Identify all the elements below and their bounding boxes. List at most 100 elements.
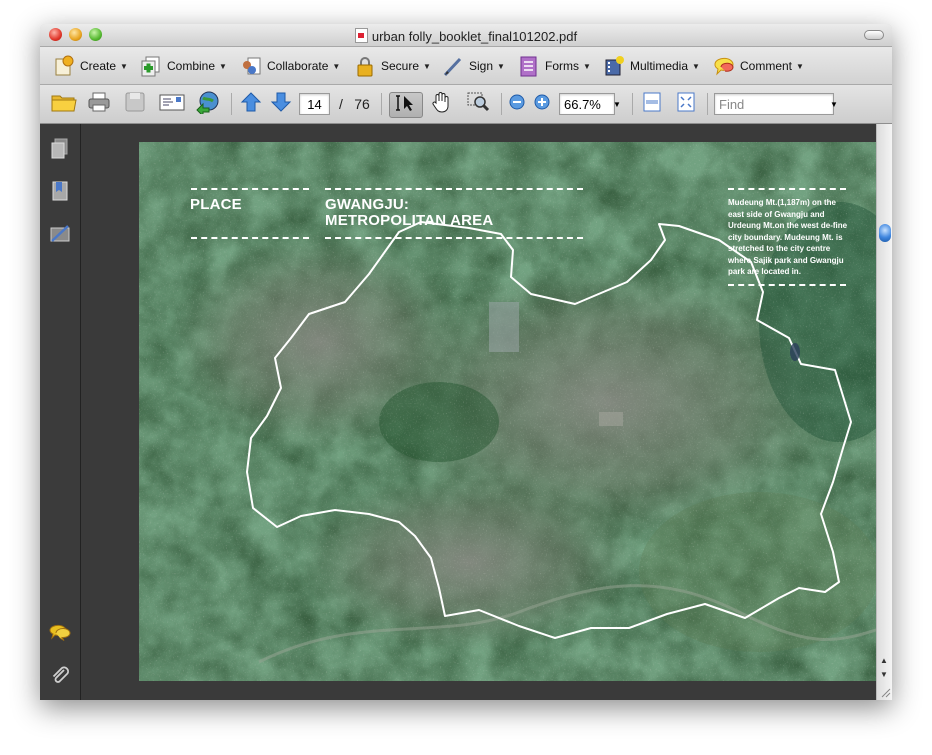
pages-panel-button[interactable] xyxy=(49,138,71,160)
pdf-page: PLACE GWANGJU: METROPOLITAN AREA Mudeung… xyxy=(139,142,892,681)
scrollbar-thumb[interactable] xyxy=(879,224,891,242)
save-button[interactable] xyxy=(122,92,148,116)
toolbar-separator xyxy=(231,93,232,115)
multimedia-label: Multimedia xyxy=(630,59,689,73)
find-options-button[interactable]: ▼ xyxy=(828,92,840,116)
place-rule-top xyxy=(191,188,309,190)
combine-button[interactable]: Combine ▼ xyxy=(140,53,227,79)
hand-icon xyxy=(430,91,452,118)
toolbar-separator xyxy=(707,93,708,115)
printer-icon xyxy=(87,91,111,118)
email-button[interactable] xyxy=(158,92,186,116)
forms-icon xyxy=(518,55,540,77)
chevron-down-icon: ▼ xyxy=(796,61,804,71)
comment-label: Comment xyxy=(740,59,793,73)
tasks-toolbar: Create ▼ Combine ▼ Collaborate ▼ Secure ▼ Si… xyxy=(40,47,892,85)
sign-button[interactable]: Sign ▼ xyxy=(442,53,505,79)
previous-page-button[interactable] xyxy=(239,91,263,118)
document-viewport[interactable]: PLACE GWANGJU: METROPOLITAN AREA Mudeung… xyxy=(81,124,892,700)
next-page-button[interactable] xyxy=(269,92,293,116)
open-button[interactable] xyxy=(50,92,78,116)
page-number-input[interactable]: 14 xyxy=(299,93,330,115)
scroll-up-arrow-icon[interactable]: ▲ xyxy=(880,656,888,665)
chevron-down-icon: ▼ xyxy=(219,61,227,71)
minus-circle-icon xyxy=(509,94,525,115)
collaborate-button[interactable]: Collaborate ▼ xyxy=(240,53,340,79)
full-screen-button[interactable] xyxy=(674,92,698,116)
page-title-line2: METROPOLITAN AREA xyxy=(325,212,494,229)
multimedia-icon xyxy=(603,55,625,77)
magnifier-icon xyxy=(466,91,492,118)
navigation-pane xyxy=(40,124,81,700)
arrow-down-icon xyxy=(270,91,292,118)
chevron-down-icon: ▼ xyxy=(613,99,621,109)
description-rule-bottom xyxy=(728,284,846,286)
toolbar-separator xyxy=(501,93,502,115)
page-separator: / xyxy=(339,96,343,112)
page-total: 76 xyxy=(354,96,370,112)
toolbar-separator xyxy=(632,93,633,115)
chevron-down-icon: ▼ xyxy=(423,61,431,71)
description-rule-top xyxy=(728,188,846,190)
title-bar: urban folly_booklet_final101202.pdf xyxy=(40,24,892,47)
title-rule-top xyxy=(325,188,583,190)
bookmarks-panel-button[interactable] xyxy=(49,180,71,202)
find-input[interactable]: Find xyxy=(714,93,834,115)
multimedia-button[interactable]: Multimedia ▼ xyxy=(603,53,700,79)
vertical-scrollbar[interactable]: ▲ ▼ xyxy=(876,124,892,700)
collaborate-label: Collaborate xyxy=(267,59,329,73)
place-rule-bottom xyxy=(191,237,309,239)
pages-icon xyxy=(49,138,71,164)
fit-width-button[interactable] xyxy=(640,92,664,116)
common-toolbar: 14 / 76 66.7% ▼ Find ▼ xyxy=(40,85,892,124)
zoom-dropdown-button[interactable]: ▼ xyxy=(611,92,623,116)
sign-label: Sign xyxy=(469,59,494,73)
globe-arrow-icon xyxy=(195,90,221,119)
chevron-down-icon: ▼ xyxy=(583,61,591,71)
place-label: PLACE xyxy=(190,196,242,213)
arrow-up-icon xyxy=(240,91,262,118)
print-button[interactable] xyxy=(86,92,112,116)
create-icon xyxy=(53,55,75,77)
web-button[interactable] xyxy=(194,90,222,119)
chevron-down-icon: ▼ xyxy=(120,61,128,71)
chevron-down-icon: ▼ xyxy=(332,61,341,71)
comments-panel-button[interactable] xyxy=(49,622,71,644)
scroll-down-arrow-icon[interactable]: ▼ xyxy=(880,670,888,679)
chevron-down-icon: ▼ xyxy=(497,61,505,71)
forms-label: Forms xyxy=(545,59,579,73)
acrobat-window: urban folly_booklet_final101202.pdf Crea… xyxy=(40,24,892,700)
zoom-in-button[interactable] xyxy=(532,92,552,116)
create-button[interactable]: Create ▼ xyxy=(53,53,128,79)
combine-icon xyxy=(140,55,162,77)
page-title-line1: GWANGJU: xyxy=(325,196,410,213)
window-title: urban folly_booklet_final101202.pdf xyxy=(40,28,892,44)
pdf-file-icon xyxy=(354,28,368,43)
select-tool-button[interactable] xyxy=(389,92,423,118)
combine-label: Combine xyxy=(167,59,216,73)
chevron-down-icon: ▼ xyxy=(692,61,700,71)
marquee-zoom-button[interactable] xyxy=(465,92,493,116)
forms-button[interactable]: Forms ▼ xyxy=(518,53,591,79)
text-cursor-arrow-icon xyxy=(394,93,418,118)
expand-icon xyxy=(676,91,696,118)
signature-icon xyxy=(49,225,71,249)
disk-icon xyxy=(124,91,146,118)
comment-button[interactable]: Comment ▼ xyxy=(713,53,804,79)
attachments-panel-button[interactable] xyxy=(49,664,71,686)
signatures-panel-button[interactable] xyxy=(49,223,71,245)
toolbar-toggle-button[interactable] xyxy=(864,30,884,40)
create-label: Create xyxy=(80,59,117,73)
hand-tool-button[interactable] xyxy=(428,91,454,118)
zoom-out-button[interactable] xyxy=(507,92,527,116)
lock-icon xyxy=(354,55,376,77)
toolbar-separator xyxy=(381,93,382,115)
resize-grip-icon[interactable] xyxy=(879,685,891,698)
fit-width-icon xyxy=(642,91,662,118)
comment-bubble-icon xyxy=(49,624,71,648)
collaborate-icon xyxy=(240,55,262,77)
secure-button[interactable]: Secure ▼ xyxy=(354,53,431,79)
zoom-level-input[interactable]: 66.7% xyxy=(559,93,615,115)
paperclip-icon xyxy=(49,666,71,690)
title-rule-bottom xyxy=(325,237,583,239)
